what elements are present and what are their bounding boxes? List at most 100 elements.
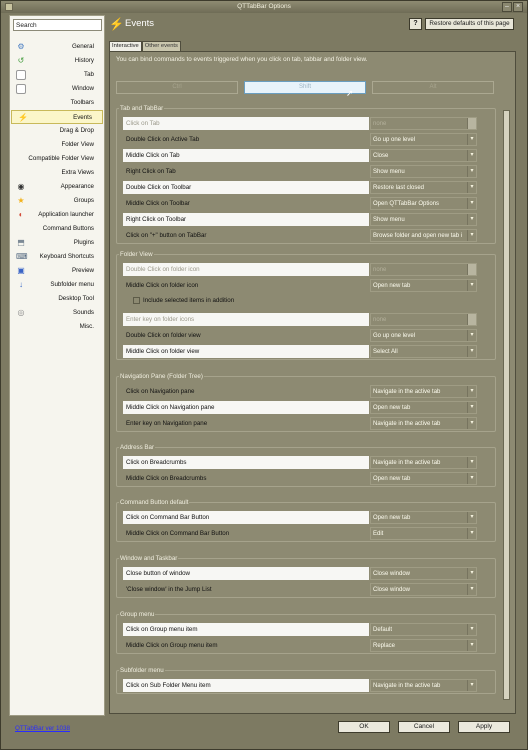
sidebar-item-preview[interactable]: ▣ Preview <box>10 264 104 278</box>
scrollbar-thumb[interactable] <box>503 110 510 700</box>
action-select[interactable]: Open new tab ▾ <box>370 472 477 485</box>
version-link[interactable]: QTTabBar ver 1038 <box>15 725 70 732</box>
sidebar-item-history[interactable]: ↺ History <box>10 54 104 68</box>
chevron-down-icon[interactable]: ▾ <box>467 402 476 413</box>
modifier-ctrl[interactable]: Ctrl <box>116 81 238 94</box>
checkbox-box[interactable] <box>133 296 140 304</box>
chevron-down-icon[interactable]: ▾ <box>467 150 476 161</box>
chevron-down-icon[interactable]: ▾ <box>467 346 476 357</box>
sidebar-item-label: Plugins <box>73 239 94 246</box>
apply-button[interactable]: Apply <box>458 721 510 733</box>
tab-other-events[interactable]: Other events <box>141 41 181 51</box>
sidebar-item-events[interactable]: ⚡ Events <box>11 110 103 124</box>
sidebar-item-window[interactable]: Window <box>10 82 104 96</box>
sidebar-item-folder-view[interactable]: Folder View <box>10 138 104 152</box>
event-row: Click on Navigation pane Navigate in the … <box>123 385 481 398</box>
chevron-down-icon[interactable]: ▾ <box>467 568 476 579</box>
lightning-icon: ⚡ <box>109 17 124 31</box>
sidebar-item-compatible-folder-view[interactable]: Compatible Folder View <box>10 152 104 166</box>
action-select[interactable]: Default ▾ <box>370 623 477 636</box>
chevron-down-icon[interactable]: ▾ <box>467 330 476 341</box>
event-row: Middle Click on Toolbar Open QTTabBar Opt… <box>123 197 481 210</box>
sidebar-item-drag-drop[interactable]: Drag & Drop <box>10 124 104 138</box>
chevron-down-icon[interactable]: ▾ <box>467 640 476 651</box>
action-select[interactable]: Replace ▾ <box>370 639 477 652</box>
minimize-button[interactable]: – <box>502 2 512 12</box>
mouse-cursor-icon: ➚ <box>346 88 354 98</box>
sidebar-item-sounds[interactable]: ◎ Sounds <box>10 306 104 320</box>
action-select[interactable]: Edit ▾ <box>370 527 477 540</box>
tab-interactive[interactable]: Interactive <box>109 41 142 51</box>
search-input[interactable] <box>13 19 102 31</box>
sidebar-item-label: Groups <box>73 197 94 204</box>
action-select[interactable]: Open QTTabBar Options ▾ <box>370 197 477 210</box>
action-select[interactable]: Navigate in the active tab ▾ <box>370 385 477 398</box>
chevron-down-icon[interactable]: ▾ <box>467 680 476 691</box>
chevron-down-icon[interactable]: ▾ <box>467 624 476 635</box>
chevron-down-icon[interactable]: ▾ <box>467 134 476 145</box>
action-select[interactable]: Go up one level ▾ <box>370 329 477 342</box>
action-select[interactable]: Show menu ▾ <box>370 213 477 226</box>
action-select[interactable]: Open new tab ▾ <box>370 401 477 414</box>
event-row: Double Click on folder icon none ▾ <box>123 263 481 276</box>
vertical-scrollbar[interactable] <box>502 104 512 702</box>
action-select[interactable]: Browse folder and open new tab i ▾ <box>370 229 477 242</box>
chevron-down-icon[interactable]: ▾ <box>467 118 476 129</box>
chevron-down-icon[interactable]: ▾ <box>467 457 476 468</box>
chevron-down-icon[interactable]: ▾ <box>467 264 476 275</box>
action-select[interactable]: Navigate in the active tab ▾ <box>370 679 477 692</box>
action-select[interactable]: none ▾ <box>370 117 477 130</box>
action-select[interactable]: Close window ▾ <box>370 583 477 596</box>
action-select[interactable]: Open new tab ▾ <box>370 279 477 292</box>
sidebar-item-subfolder-menu[interactable]: ↓ Subfolder menu <box>10 278 104 292</box>
tab-strip: Interactive Other events <box>109 41 181 51</box>
sidebar-item-misc[interactable]: Misc. <box>10 320 104 334</box>
chevron-down-icon[interactable]: ▾ <box>467 230 476 241</box>
cancel-button[interactable]: Cancel <box>398 721 450 733</box>
sidebar-item-appearance[interactable]: ◉ Appearance <box>10 180 104 194</box>
chevron-down-icon[interactable]: ▾ <box>467 182 476 193</box>
action-select[interactable]: Navigate in the active tab ▾ <box>370 456 477 469</box>
ok-button[interactable]: OK <box>338 721 390 733</box>
sidebar-item-extra-views[interactable]: Extra Views <box>10 166 104 180</box>
action-select[interactable]: Go up one level ▾ <box>370 133 477 146</box>
action-select[interactable]: Select All ▾ <box>370 345 477 358</box>
action-select[interactable]: Navigate in the active tab ▾ <box>370 417 477 430</box>
sidebar-item-groups[interactable]: ★ Groups <box>10 194 104 208</box>
chevron-down-icon[interactable]: ▾ <box>467 280 476 291</box>
chevron-down-icon[interactable]: ▾ <box>467 418 476 429</box>
chevron-down-icon[interactable]: ▾ <box>467 512 476 523</box>
title-bar[interactable]: QTTabBar Options – × <box>1 1 527 13</box>
chevron-down-icon[interactable]: ▾ <box>467 386 476 397</box>
sidebar-item-plugins[interactable]: ⬒ Plugins <box>10 236 104 250</box>
sidebar-item-tab[interactable]: Tab <box>10 68 104 82</box>
sidebar-item-desktop-tool[interactable]: Desktop Tool <box>10 292 104 306</box>
action-select-value: Select All <box>373 349 398 355</box>
sidebar-item-keyboard-shortcuts[interactable]: ⌨ Keyboard Shortcuts <box>10 250 104 264</box>
chevron-down-icon[interactable]: ▾ <box>467 214 476 225</box>
sidebar-item-command-buttons[interactable]: Command Buttons <box>10 222 104 236</box>
chevron-down-icon[interactable]: ▾ <box>467 473 476 484</box>
chevron-down-icon[interactable]: ▾ <box>467 314 476 325</box>
action-select[interactable]: Restore last closed ▾ <box>370 181 477 194</box>
action-select[interactable]: Close window ▾ <box>370 567 477 580</box>
action-select[interactable]: Open new tab ▾ <box>370 511 477 524</box>
event-label: Close button of window <box>123 567 369 580</box>
close-button[interactable]: × <box>513 2 523 12</box>
restore-defaults-button[interactable]: Restore defaults of this page <box>425 18 514 30</box>
action-select[interactable]: none ▾ <box>370 313 477 326</box>
action-select[interactable]: none ▾ <box>370 263 477 276</box>
action-select[interactable]: Show menu ▾ <box>370 165 477 178</box>
chevron-down-icon[interactable]: ▾ <box>467 166 476 177</box>
app-icon <box>5 3 13 11</box>
modifier-alt[interactable]: Alt <box>372 81 494 94</box>
chevron-down-icon[interactable]: ▾ <box>467 198 476 209</box>
action-select[interactable]: Close ▾ <box>370 149 477 162</box>
sidebar-item-application-launcher[interactable]: ◐ Application launcher <box>10 208 104 222</box>
include-selected-checkbox[interactable]: Include selected items in addition <box>133 296 234 306</box>
sidebar-item-general[interactable]: ⚙ General <box>10 40 104 54</box>
chevron-down-icon[interactable]: ▾ <box>467 584 476 595</box>
chevron-down-icon[interactable]: ▾ <box>467 528 476 539</box>
help-button[interactable]: ? <box>409 18 422 30</box>
sidebar-item-toolbars[interactable]: Toolbars <box>10 96 104 110</box>
